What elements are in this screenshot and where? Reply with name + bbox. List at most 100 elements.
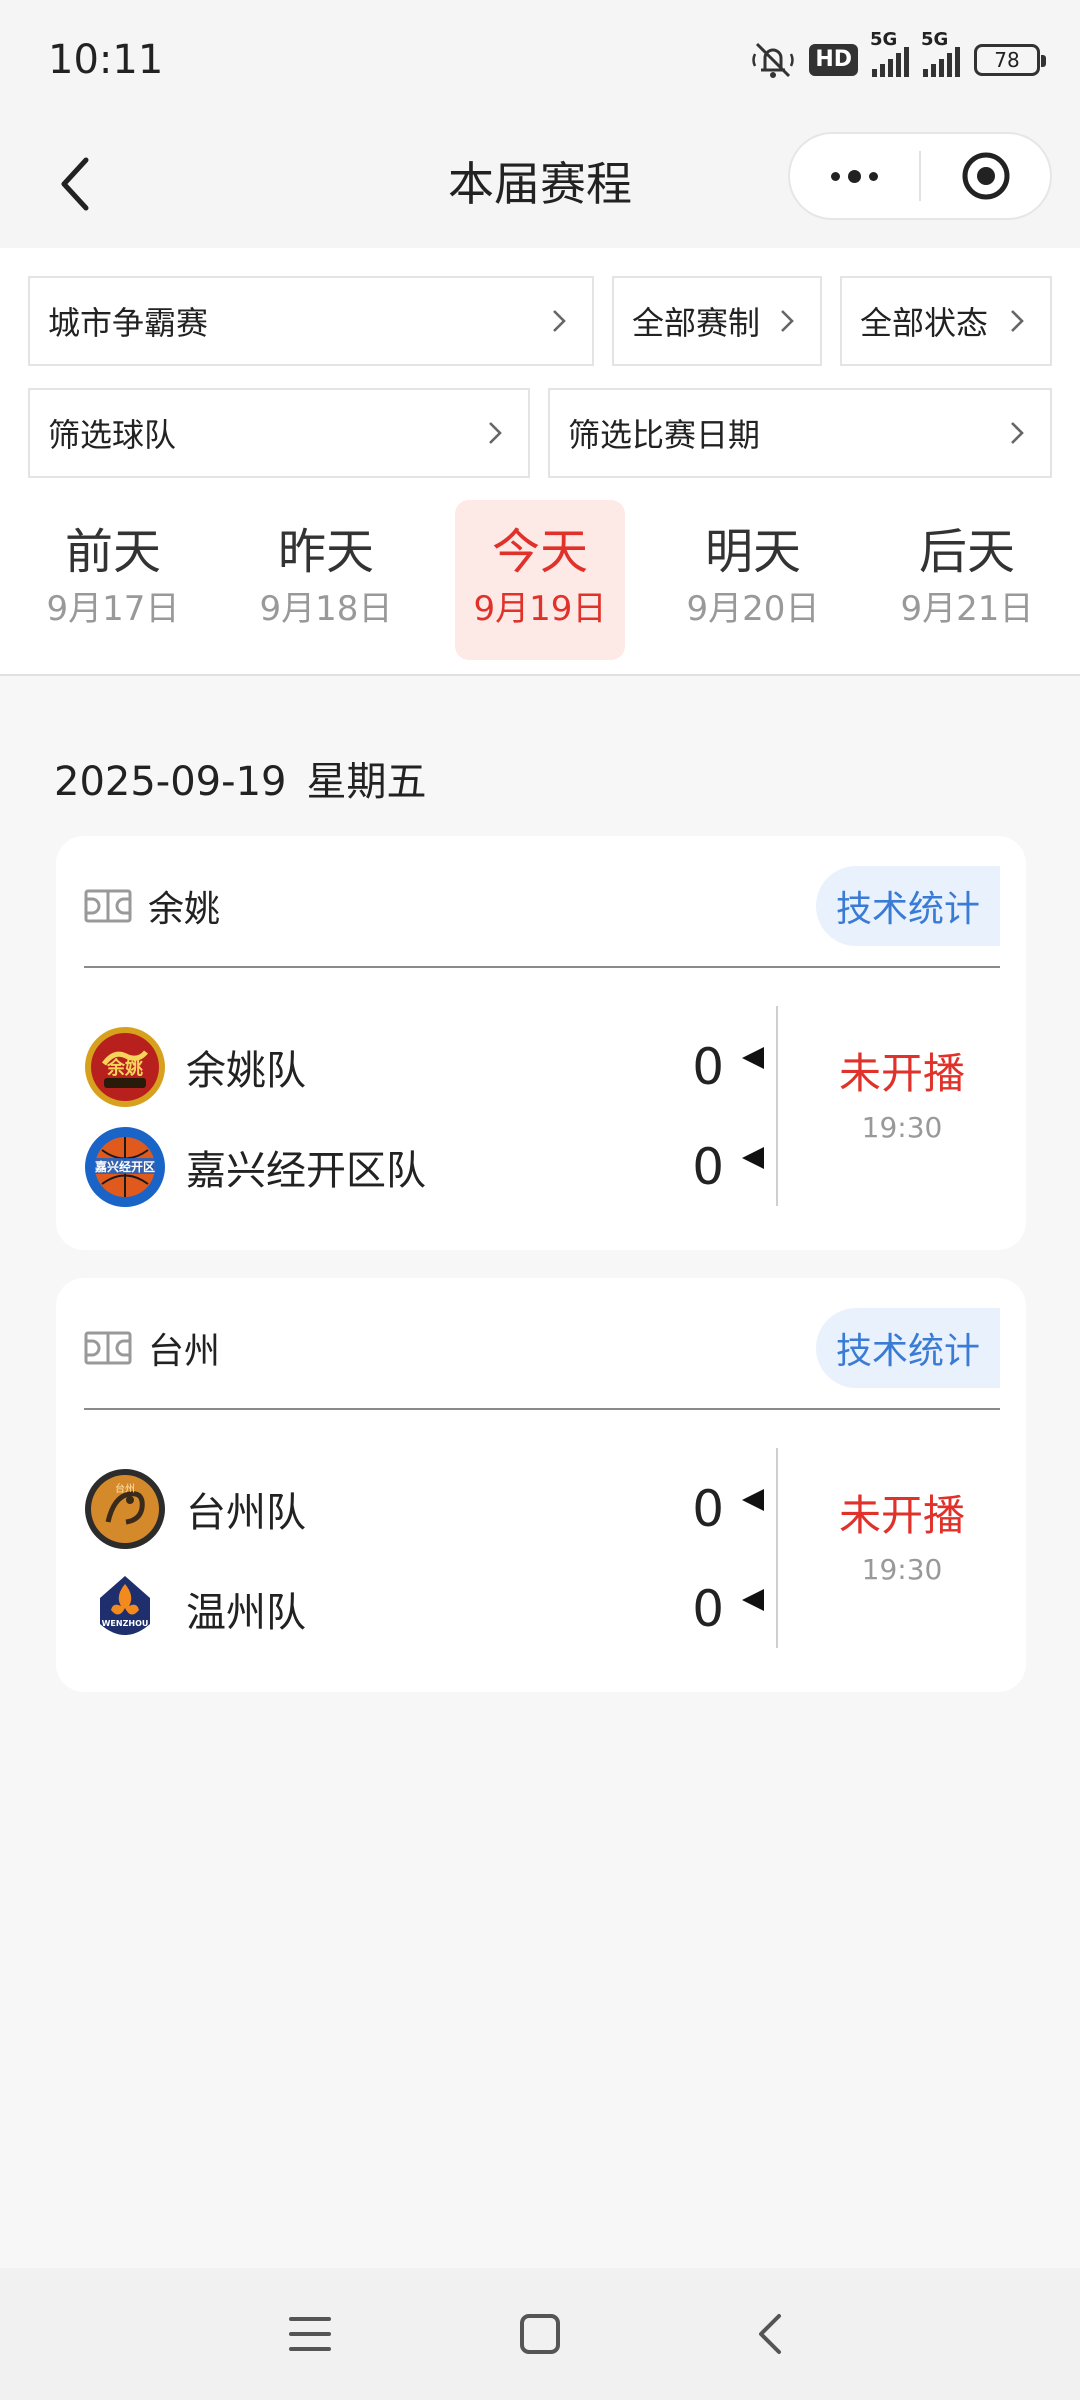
card-divider [84, 966, 1000, 968]
match-status-divider [776, 1006, 778, 1206]
tech-stats-button[interactable]: 技术统计 [816, 1308, 1000, 1388]
day-heading-weekday: 星期五 [306, 759, 427, 805]
venue-name: 余姚 [148, 889, 221, 930]
match-card-header: 余姚 技术统计 [84, 866, 1000, 946]
date-tab-day: 今天 [491, 524, 588, 580]
match-status: 未开播 [838, 1491, 965, 1540]
more-dots-icon [831, 169, 878, 183]
date-tab-day: 昨天 [277, 524, 374, 580]
filter-competition[interactable]: 城市争霸赛 [28, 276, 594, 366]
filter-date[interactable]: 筛选比赛日期 [548, 388, 1052, 478]
signal-icon-2: 5G [921, 29, 960, 77]
date-tab-today[interactable]: 今天 9月19日 [455, 500, 625, 660]
square-icon [520, 2314, 560, 2354]
match-card[interactable]: 台州 技术统计 台州 台州队 0 WENZHOU 温州队 0 未开播 19:30 [56, 1278, 1026, 1692]
away-team-row: 嘉兴经开区 嘉兴经开区队 0 [84, 1126, 764, 1208]
menu-button[interactable] [285, 2309, 335, 2359]
match-time: 19:30 [861, 1111, 943, 1144]
date-tab-day-before-yesterday[interactable]: 前天 9月17日 [28, 500, 198, 660]
match-status-divider [776, 1448, 778, 1648]
score-arrow-icon [742, 1589, 764, 1611]
hd-badge: HD [809, 44, 858, 76]
mini-program-capsule [788, 132, 1052, 220]
score-arrow-icon [742, 1489, 764, 1511]
filter-competition-label: 城市争霸赛 [48, 304, 209, 342]
filter-status[interactable]: 全部状态 [840, 276, 1052, 366]
chevron-left-icon [759, 2314, 781, 2354]
logo-lettering: 余姚 [106, 1057, 143, 1079]
venue-name: 台州 [148, 1331, 221, 1372]
status-icons: HD 5G 5G 78 [751, 29, 1046, 80]
filter-team-label: 筛选球队 [48, 416, 177, 454]
match-card-header: 台州 技术统计 [84, 1308, 1000, 1388]
network-label-2: 5G [921, 29, 949, 50]
filter-format-label: 全部赛制 [632, 304, 761, 342]
chevron-right-icon [781, 310, 794, 332]
logo-lettering: WENZHOU [102, 1619, 149, 1628]
chevron-right-icon [1011, 422, 1024, 444]
taizhou-logo-icon: 台州 [85, 1469, 165, 1549]
status-time: 10:11 [48, 37, 164, 83]
match-card[interactable]: 余姚 技术统计 余姚 余姚队 0 嘉兴经开区 嘉兴经开区队 0 未开播 19:3… [56, 836, 1026, 1250]
mute-icon [752, 42, 795, 78]
team-name: 余姚队 [186, 1048, 306, 1094]
filter-format[interactable]: 全部赛制 [612, 276, 822, 366]
date-tab-date: 9月20日 [686, 589, 820, 629]
date-tab-date: 9月21日 [900, 589, 1034, 629]
home-team-row: 余姚 余姚队 0 [84, 1026, 764, 1108]
team-name: 温州队 [186, 1590, 306, 1636]
match-time: 19:30 [861, 1553, 943, 1586]
logo-lettering: 台州 [115, 1482, 135, 1495]
court-icon [84, 889, 132, 923]
home-team-row: 台州 台州队 0 [84, 1468, 764, 1550]
match-status: 未开播 [838, 1049, 965, 1098]
court-icon [84, 1331, 132, 1365]
team-logo: 嘉兴经开区 [84, 1126, 166, 1208]
jiaxing-logo-icon: 嘉兴经开区 [85, 1127, 165, 1207]
date-tab-day-after-tomorrow[interactable]: 后天 9月21日 [882, 500, 1052, 660]
close-program-button[interactable] [921, 134, 1050, 218]
battery-icon: 78 [974, 44, 1046, 76]
date-tab-yesterday[interactable]: 昨天 9月18日 [241, 500, 411, 660]
score-arrow-icon [742, 1047, 764, 1069]
away-team-row: WENZHOU 温州队 0 [84, 1568, 764, 1650]
score-arrow-icon [742, 1147, 764, 1169]
filter-date-label: 筛选比赛日期 [568, 416, 761, 454]
team-logo: WENZHOU [84, 1568, 166, 1650]
team-name: 台州队 [186, 1490, 306, 1536]
date-tab-date: 9月19日 [473, 589, 607, 629]
team-logo: 余姚 [84, 1026, 166, 1108]
team-score: 0 [692, 1580, 724, 1638]
menu-icon [289, 2317, 331, 2351]
team-name: 嘉兴经开区队 [186, 1148, 426, 1194]
date-tab-day: 前天 [64, 524, 161, 580]
more-button[interactable] [790, 134, 919, 218]
status-bar: 10:11 HD 5G 5G 78 [0, 0, 1080, 120]
date-tab-day: 后天 [918, 524, 1015, 580]
date-tab-tomorrow[interactable]: 明天 9月20日 [668, 500, 838, 660]
filter-status-label: 全部状态 [860, 304, 989, 342]
network-label-1: 5G [870, 29, 898, 50]
date-tab-date: 9月18日 [259, 589, 393, 629]
yuyao-logo-icon: 余姚 [85, 1027, 165, 1107]
chevron-right-icon [553, 310, 566, 332]
chevron-right-icon [1011, 310, 1024, 332]
team-score: 0 [692, 1038, 724, 1096]
wenzhou-logo-icon: WENZHOU [85, 1569, 165, 1649]
date-tab-day: 明天 [704, 524, 801, 580]
nav-bar: 本届赛程 [0, 120, 1080, 248]
filter-team[interactable]: 筛选球队 [28, 388, 530, 478]
system-nav-bar [0, 2268, 1080, 2400]
team-score: 0 [692, 1480, 724, 1538]
date-tab-date: 9月17日 [46, 589, 180, 629]
target-icon [962, 152, 1009, 200]
day-heading-date: 2025-09-19 [54, 759, 287, 805]
battery-level: 78 [994, 48, 1020, 72]
card-divider [84, 1408, 1000, 1410]
signal-icon: 5G [870, 29, 909, 77]
logo-lettering: 嘉兴经开区 [94, 1159, 155, 1174]
tech-stats-button[interactable]: 技术统计 [816, 866, 1000, 946]
day-heading: 2025-09-19 星期五 [54, 750, 426, 814]
system-back-button[interactable] [745, 2309, 795, 2359]
home-button[interactable] [515, 2309, 565, 2359]
